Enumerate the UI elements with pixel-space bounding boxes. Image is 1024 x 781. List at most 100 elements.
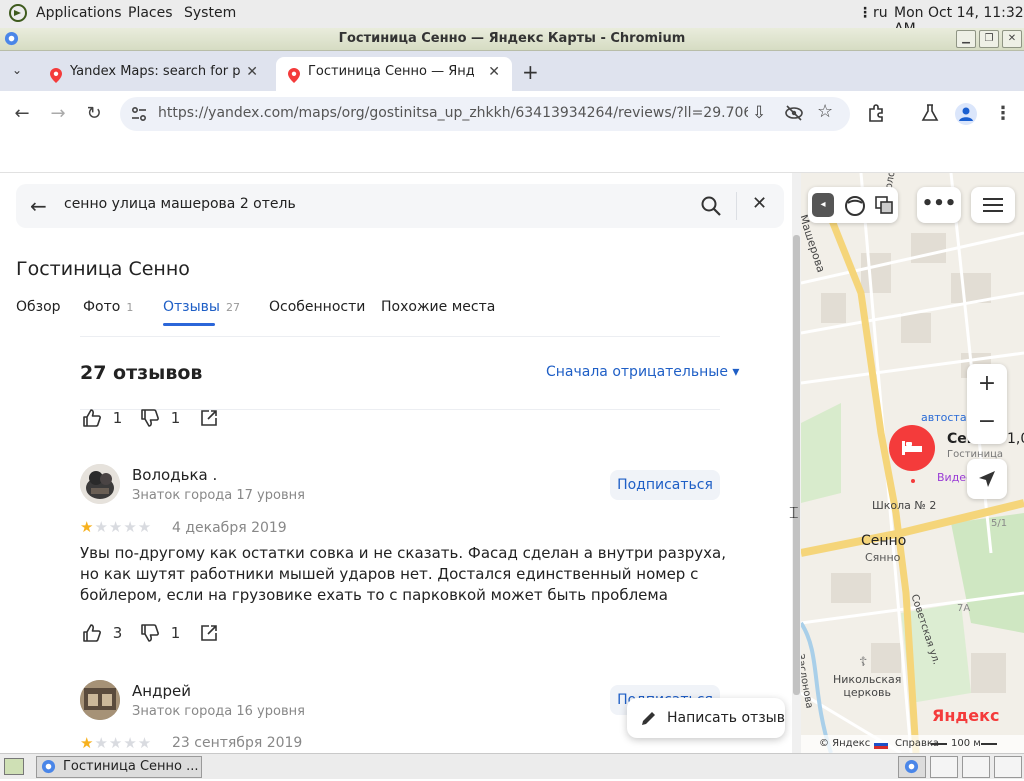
keyboard-layout-indicator[interactable]: ru bbox=[873, 5, 888, 21]
rating-stars: ★★★★★ bbox=[80, 734, 153, 752]
url-text: https://yandex.com/maps/org/gostinitsa_u… bbox=[158, 105, 748, 121]
org-title: Гостиница Сенно bbox=[16, 258, 190, 280]
copyright-link[interactable]: © Яндекс bbox=[819, 735, 870, 753]
dislike-button[interactable]: 1 bbox=[140, 408, 180, 428]
share-icon bbox=[199, 409, 219, 427]
yandex-maps-pin-icon bbox=[50, 65, 62, 83]
profile-avatar-icon[interactable] bbox=[955, 103, 977, 129]
church-icon: ☦ bbox=[859, 655, 868, 670]
show-desktop-icon[interactable] bbox=[4, 758, 24, 775]
eye-off-icon[interactable] bbox=[784, 103, 804, 127]
minimize-button[interactable]: ▁ bbox=[956, 30, 976, 48]
map-hotel-rating: 1,0 bbox=[1007, 431, 1024, 447]
search-icon[interactable] bbox=[700, 195, 722, 221]
tab-label: Особенности bbox=[269, 299, 366, 315]
reload-icon[interactable]: ↻ bbox=[83, 103, 105, 125]
tab-overview[interactable]: Обзор bbox=[16, 299, 61, 315]
thumbs-up-icon bbox=[82, 409, 102, 427]
tab-label: Yandex Maps: search for plac bbox=[70, 64, 240, 79]
like-button[interactable]: 1 bbox=[82, 408, 122, 428]
org-sidebar: ← сенно улица машерова 2 отель ✕ Гостини… bbox=[0, 173, 792, 753]
collapse-arrow-icon[interactable]: ◂ bbox=[812, 193, 834, 217]
layers-icon[interactable] bbox=[874, 195, 894, 219]
chrome-menu-icon[interactable]: ⋮ bbox=[992, 103, 1014, 125]
close-window-button[interactable]: ✕ bbox=[1002, 30, 1022, 48]
tab-close-icon[interactable]: ✕ bbox=[246, 57, 258, 87]
window-title: Гостиница Сенно — Яндекс Карты - Chromiu… bbox=[338, 31, 686, 46]
tab-yandex-search[interactable]: Yandex Maps: search for plac ✕ bbox=[38, 57, 270, 91]
russia-flag-icon bbox=[874, 740, 888, 749]
menu-hamburger-icon[interactable] bbox=[971, 187, 1015, 223]
write-review-button[interactable]: Написать отзыв bbox=[627, 698, 785, 738]
back-arrow-icon[interactable]: ← bbox=[30, 194, 47, 218]
avatar[interactable] bbox=[80, 680, 120, 720]
panel-dots-icon[interactable]: ⋮ bbox=[858, 5, 872, 21]
close-icon[interactable]: ✕ bbox=[752, 193, 767, 214]
tab-features[interactable]: Особенности bbox=[269, 299, 365, 315]
page-viewport: ← сенно улица машерова 2 отель ✕ Гостини… bbox=[0, 173, 1024, 753]
dislike-count: 1 bbox=[170, 623, 181, 642]
sort-dropdown[interactable]: Сначала отрицательные ▾ bbox=[546, 364, 739, 380]
reviewer-name[interactable]: Володька . bbox=[132, 466, 217, 484]
workspace-2[interactable] bbox=[930, 756, 958, 778]
geolocation-arrow-icon[interactable] bbox=[967, 459, 1007, 499]
reviewer-name[interactable]: Андрей bbox=[132, 682, 191, 700]
map[interactable]: Машерова Фролова автостан Сен 1,0 Гостин… bbox=[801, 173, 1024, 753]
share-button[interactable] bbox=[199, 408, 219, 428]
review-date: 23 сентября 2019 bbox=[172, 735, 303, 751]
bottom-taskbar: Гостиница Сенно ... bbox=[0, 753, 1024, 779]
subscribe-button[interactable]: Подписаться bbox=[610, 470, 720, 500]
more-options-icon[interactable]: ••• bbox=[917, 187, 961, 223]
like-button[interactable]: 3 bbox=[82, 623, 122, 643]
back-arrow-icon[interactable]: ← bbox=[11, 103, 33, 125]
maximize-button[interactable]: ❐ bbox=[979, 30, 999, 48]
hotel-pin[interactable] bbox=[889, 425, 935, 471]
workspace-3[interactable] bbox=[962, 756, 990, 778]
labs-flask-icon[interactable] bbox=[920, 103, 940, 127]
gnome-foot-icon[interactable] bbox=[8, 3, 28, 27]
school-label: Школа № 2 bbox=[872, 499, 937, 512]
yandex-maps-pin-icon bbox=[288, 65, 300, 83]
town-label-by: Сянно bbox=[865, 551, 901, 564]
reviews-count: 27 отзывов bbox=[80, 362, 203, 384]
address-bar[interactable]: https://yandex.com/maps/org/gostinitsa_u… bbox=[120, 97, 850, 131]
tab-gostinitsa-senno[interactable]: Гостиница Сенно — Яндекс ✕ bbox=[276, 57, 512, 91]
system-menu[interactable]: System bbox=[184, 5, 236, 21]
install-app-icon[interactable]: ⇩ bbox=[752, 103, 766, 123]
taskbar-window-item[interactable]: Гостиница Сенно ... bbox=[36, 756, 202, 778]
site-settings-icon[interactable] bbox=[130, 105, 148, 127]
avatar[interactable] bbox=[80, 464, 120, 504]
tab-label: Гостиница Сенно — Яндекс bbox=[308, 64, 474, 79]
share-button[interactable] bbox=[199, 623, 219, 643]
scrollbar-thumb[interactable] bbox=[793, 235, 800, 695]
share-icon bbox=[199, 624, 219, 642]
map-layers-control[interactable]: ◂ bbox=[808, 187, 898, 223]
zoom-out-minus-icon[interactable]: − bbox=[967, 404, 1007, 444]
tab-strip: ⌄ Yandex Maps: search for plac ✕ Гостини… bbox=[0, 51, 1024, 91]
new-tab-plus-icon[interactable]: + bbox=[522, 60, 539, 84]
applications-menu[interactable]: Applications bbox=[36, 5, 122, 21]
search-query[interactable]: сенно улица машерова 2 отель bbox=[64, 196, 296, 212]
panorama-icon[interactable] bbox=[844, 195, 866, 221]
places-menu[interactable]: Places bbox=[128, 5, 173, 21]
scale-bar bbox=[931, 743, 947, 745]
window-titlebar[interactable]: Гостиница Сенно — Яндекс Карты - Chromiu… bbox=[0, 28, 1024, 51]
zoom-in-plus-icon[interactable]: + bbox=[967, 364, 1007, 404]
tab-close-icon[interactable]: ✕ bbox=[488, 57, 500, 87]
thumbs-up-icon bbox=[82, 624, 102, 642]
workspace-1[interactable] bbox=[898, 756, 926, 778]
workspace-4[interactable] bbox=[994, 756, 1022, 778]
tab-similar-places[interactable]: Похожие места bbox=[381, 299, 495, 315]
tab-reviews[interactable]: Отзывы 27 bbox=[163, 299, 240, 315]
pencil-icon bbox=[639, 698, 659, 738]
dislike-button[interactable]: 1 bbox=[140, 623, 180, 643]
search-bar[interactable]: ← сенно улица машерова 2 отель ✕ bbox=[16, 184, 784, 228]
forward-arrow-icon[interactable]: → bbox=[47, 103, 69, 125]
bookmark-star-icon[interactable]: ☆ bbox=[817, 101, 833, 122]
tab-photos[interactable]: Фото 1 bbox=[83, 299, 133, 315]
extensions-puzzle-icon[interactable] bbox=[866, 103, 886, 127]
divider bbox=[80, 336, 720, 337]
yandex-logo: Яндекс bbox=[932, 706, 1000, 725]
tab-search-icon[interactable]: ⌄ bbox=[12, 63, 22, 77]
taskbar-item-label: Гостиница Сенно ... bbox=[63, 759, 199, 774]
